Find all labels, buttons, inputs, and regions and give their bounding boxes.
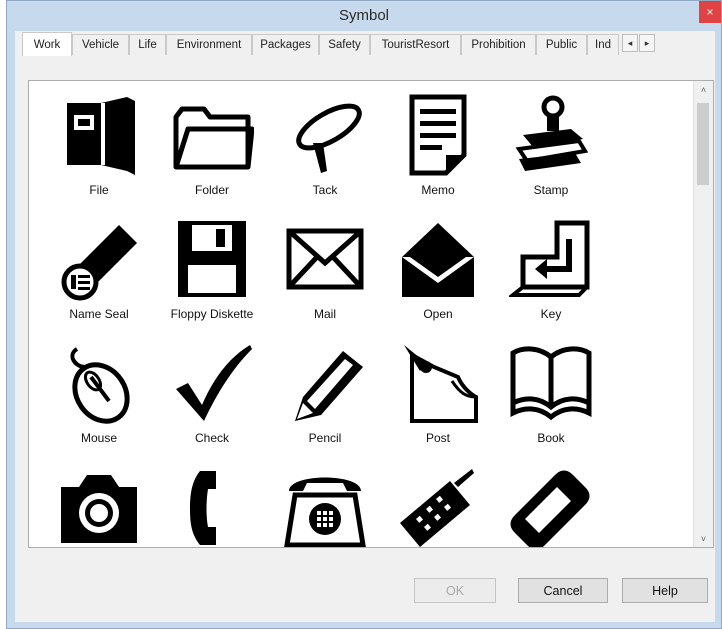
symbol-label: Name Seal xyxy=(69,307,129,321)
chevron-up-icon: ˄ xyxy=(700,84,707,95)
symbol-label: Tack xyxy=(312,183,338,197)
tack-icon xyxy=(296,103,362,173)
symbol-pager[interactable] xyxy=(491,463,611,547)
symbol-book[interactable]: Book xyxy=(491,339,611,459)
symbol-tack[interactable]: Tack xyxy=(265,91,385,211)
tab-prohibition[interactable]: Prohibition xyxy=(461,34,536,55)
post-icon xyxy=(404,345,478,423)
symbol-label: Post xyxy=(425,431,450,445)
symbol-label: Check xyxy=(194,431,229,445)
book-icon xyxy=(510,346,592,421)
telephone-receiver-icon xyxy=(190,471,216,545)
scroll-thumb[interactable] xyxy=(697,103,709,185)
symbol-post[interactable]: Post xyxy=(378,339,498,459)
vertical-scrollbar[interactable]: ˄ ˅ xyxy=(693,81,713,547)
tab-touristresort[interactable]: TouristResort xyxy=(370,34,461,55)
symbol-desk-phone[interactable] xyxy=(265,463,385,547)
scroll-up-button[interactable]: ˄ xyxy=(694,81,713,98)
tab-scroll-right-button[interactable]: ▸ xyxy=(639,34,655,52)
title-bar[interactable]: Symbol × xyxy=(7,1,721,31)
symbol-label: Memo xyxy=(421,183,455,197)
symbol-label: Floppy Diskette xyxy=(170,307,254,321)
stamp-icon xyxy=(515,95,589,171)
help-button[interactable]: Help xyxy=(622,578,708,603)
ok-button[interactable]: OK xyxy=(414,578,496,603)
symbol-panel: File Folder Tack Memo Stamp Name Seal Fl… xyxy=(28,80,714,548)
tab-life[interactable]: Life xyxy=(129,34,166,55)
tab-scroll-left-button[interactable]: ◂ xyxy=(622,34,638,52)
symbol-check[interactable]: Check xyxy=(152,339,272,459)
symbol-file[interactable]: File xyxy=(39,91,159,211)
dialog-title: Symbol xyxy=(338,7,390,24)
symbol-grid: File Folder Tack Memo Stamp Name Seal Fl… xyxy=(29,81,693,547)
symbol-floppy-diskette[interactable]: Floppy Diskette xyxy=(152,215,272,335)
symbol-camera[interactable] xyxy=(39,463,159,547)
tab-ind[interactable]: Ind xyxy=(587,34,619,55)
name-seal-icon xyxy=(61,225,137,301)
symbol-telephone-receiver[interactable] xyxy=(152,463,272,547)
floppy-icon xyxy=(178,221,246,297)
tab-vehicle[interactable]: Vehicle xyxy=(72,34,129,55)
open-mail-icon xyxy=(402,223,474,297)
symbol-folder[interactable]: Folder xyxy=(152,91,272,211)
tab-work[interactable]: Work xyxy=(22,32,72,56)
arrow-right-icon: ▸ xyxy=(644,37,650,48)
tab-packages[interactable]: Packages xyxy=(252,34,319,55)
symbol-key[interactable]: Key xyxy=(491,215,611,335)
cancel-button[interactable]: Cancel xyxy=(518,578,608,603)
symbol-open[interactable]: Open xyxy=(378,215,498,335)
arrow-left-icon: ◂ xyxy=(627,37,633,48)
symbol-mouse[interactable]: Mouse xyxy=(39,339,159,459)
close-button[interactable]: × xyxy=(699,1,721,23)
check-icon xyxy=(176,345,252,421)
symbol-name-seal[interactable]: Name Seal xyxy=(39,215,159,335)
camera-icon xyxy=(61,475,137,543)
mail-icon xyxy=(286,228,364,290)
pencil-icon xyxy=(295,351,363,421)
symbol-memo[interactable]: Memo xyxy=(378,91,498,211)
tab-safety[interactable]: Safety xyxy=(319,34,370,55)
file-icon xyxy=(67,97,135,175)
symbol-cell-phone[interactable] xyxy=(378,463,498,547)
symbol-label: Pencil xyxy=(308,431,342,445)
tab-environment[interactable]: Environment xyxy=(166,34,252,55)
symbol-label: Mail xyxy=(313,307,336,321)
pager-icon xyxy=(510,470,590,547)
symbol-mail[interactable]: Mail xyxy=(265,215,385,335)
chevron-down-icon: ˅ xyxy=(700,533,707,544)
tab-public[interactable]: Public xyxy=(536,34,587,55)
desk-phone-icon xyxy=(284,477,366,547)
symbol-label: Book xyxy=(537,431,565,445)
close-icon: × xyxy=(706,5,714,19)
cell-phone-icon xyxy=(400,469,474,547)
symbol-label: Key xyxy=(540,307,562,321)
symbol-label: File xyxy=(89,183,109,197)
symbol-stamp[interactable]: Stamp xyxy=(491,91,611,211)
symbol-label: Open xyxy=(423,307,453,321)
symbol-pencil[interactable]: Pencil xyxy=(265,339,385,459)
mouse-icon xyxy=(70,347,130,424)
symbol-label: Stamp xyxy=(533,183,569,197)
symbol-label: Folder xyxy=(194,183,229,197)
enter-key-icon xyxy=(509,220,590,297)
symbol-label: Mouse xyxy=(80,431,118,445)
memo-icon xyxy=(409,94,467,176)
folder-icon xyxy=(173,106,254,170)
scroll-down-button[interactable]: ˅ xyxy=(694,530,713,547)
